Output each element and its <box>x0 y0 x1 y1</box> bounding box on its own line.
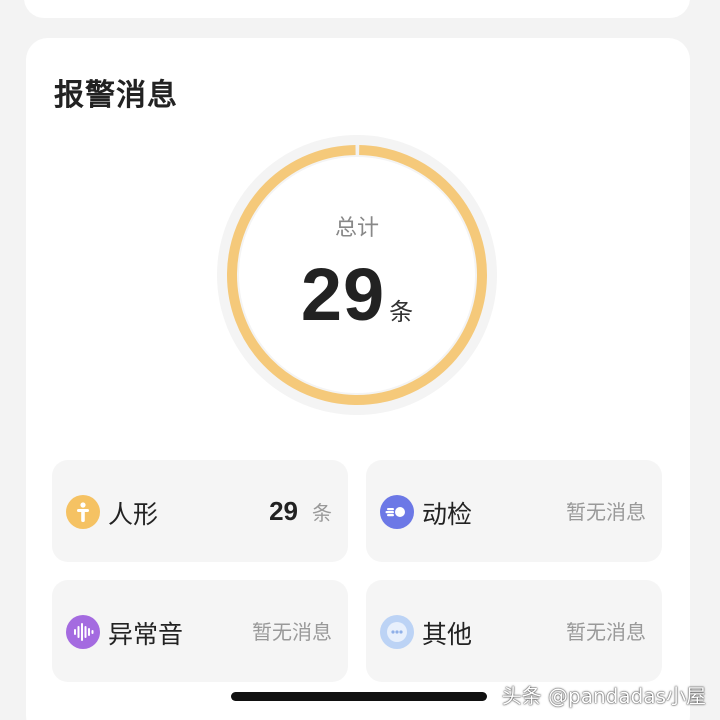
tile-count-number: 29 <box>269 496 298 526</box>
card-title: 报警消息 <box>54 78 178 113</box>
tile-motion[interactable]: 动检 暂无消息 <box>366 460 662 562</box>
sound-wave-icon <box>66 615 100 649</box>
total-unit: 条 <box>389 298 414 326</box>
tile-empty-text: 暂无消息 <box>566 620 646 644</box>
home-indicator[interactable] <box>231 692 487 701</box>
tile-label: 人形 <box>108 500 159 529</box>
tile-person[interactable]: 人形 29 条 <box>52 460 348 562</box>
person-icon <box>66 495 100 529</box>
tile-other[interactable]: 其他 暂无消息 <box>366 580 662 682</box>
watermark: 头条 @pandadas小屋 <box>501 684 706 708</box>
tile-empty-text: 暂无消息 <box>252 620 332 644</box>
tile-label: 动检 <box>422 500 473 529</box>
tile-label: 其他 <box>422 620 473 649</box>
tile-abnormal-sound[interactable]: 异常音 暂无消息 <box>52 580 348 682</box>
total-count-row: 29 条 <box>214 252 500 337</box>
total-label: 总计 <box>334 216 379 241</box>
tile-count: 29 条 <box>269 496 332 527</box>
motion-icon <box>380 495 414 529</box>
tile-label: 异常音 <box>108 620 184 649</box>
more-icon <box>380 615 414 649</box>
total-count: 29 <box>300 253 386 336</box>
tile-empty-text: 暂无消息 <box>566 500 646 524</box>
tile-count-unit: 条 <box>312 501 332 525</box>
previous-card <box>24 0 690 18</box>
alarm-messages-card: 报警消息 总计 29 条 人形 29 条 动检 暂无消息 异常音 暂无消息 其他… <box>26 38 690 720</box>
total-ring-chart[interactable]: 总计 29 条 <box>214 132 500 418</box>
